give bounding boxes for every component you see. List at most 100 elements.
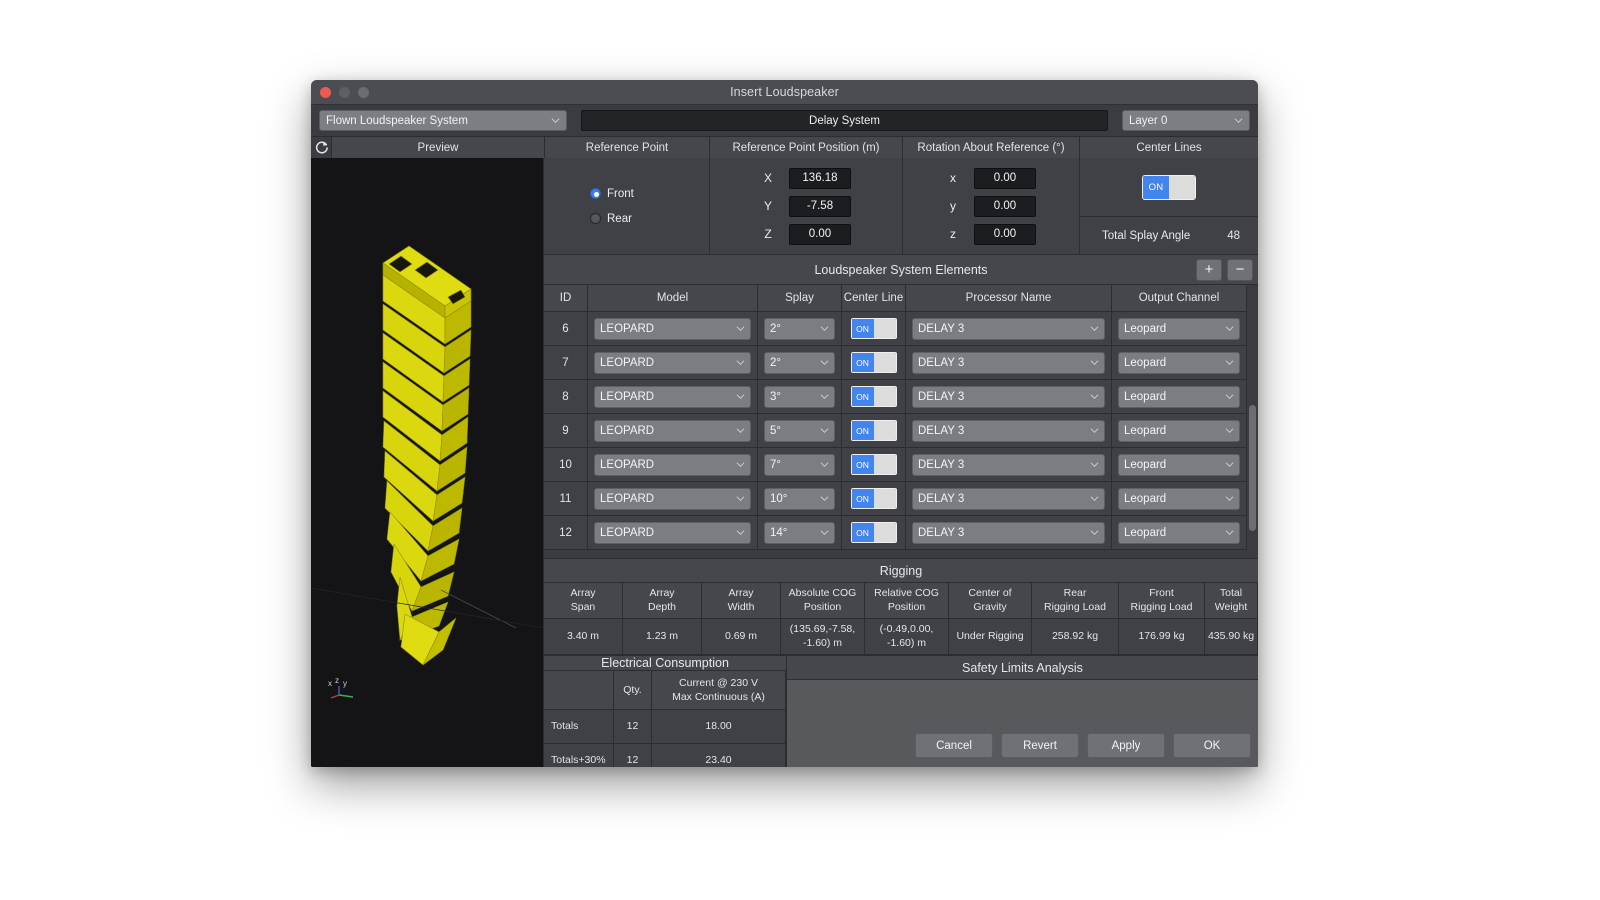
- system-name-input[interactable]: Delay System: [581, 110, 1108, 131]
- output-channel-dropdown[interactable]: Leopard: [1118, 522, 1240, 544]
- splay-dropdown[interactable]: 7°: [764, 454, 835, 476]
- splay-dropdown[interactable]: 14°: [764, 522, 835, 544]
- table-row[interactable]: 6LEOPARD2°ONDELAY 3Leopard: [544, 312, 1247, 346]
- ok-button[interactable]: OK: [1173, 733, 1251, 758]
- output-channel-dropdown[interactable]: Leopard: [1118, 454, 1240, 476]
- cell-splay: 2°: [758, 312, 842, 346]
- processor-dropdown[interactable]: DELAY 3: [912, 318, 1105, 340]
- radio-rear-label: Rear: [607, 213, 632, 225]
- electrical-col-blank: [544, 671, 614, 710]
- chevron-down-icon: [1225, 426, 1234, 435]
- table-row[interactable]: 8LEOPARD3°ONDELAY 3Leopard: [544, 380, 1247, 414]
- refresh-preview-button[interactable]: [311, 137, 331, 158]
- top-selector-bar: Flown Loudspeaker System Delay System La…: [311, 105, 1258, 136]
- close-button[interactable]: [320, 87, 331, 98]
- splay-dropdown[interactable]: 2°: [764, 318, 835, 340]
- processor-dropdown[interactable]: DELAY 3: [912, 386, 1105, 408]
- model-dropdown[interactable]: LEOPARD: [594, 522, 751, 544]
- table-row[interactable]: 10LEOPARD7°ONDELAY 3Leopard: [544, 448, 1247, 482]
- output-channel-value: Leopard: [1124, 425, 1225, 437]
- center-line-toggle[interactable]: ON: [851, 454, 897, 475]
- cell-splay: 3°: [758, 380, 842, 414]
- output-channel-value: Leopard: [1124, 391, 1225, 403]
- model-dropdown[interactable]: LEOPARD: [594, 318, 751, 340]
- column-header-output-channel: Output Channel: [1112, 285, 1247, 312]
- cell-splay: 14°: [758, 516, 842, 550]
- model-dropdown[interactable]: LEOPARD: [594, 454, 751, 476]
- preview-3d-viewport[interactable]: x z y: [311, 158, 544, 767]
- center-line-toggle-knob: [874, 353, 896, 372]
- center-line-toggle[interactable]: ON: [851, 522, 897, 543]
- radio-rear[interactable]: Rear: [590, 213, 709, 225]
- output-channel-dropdown[interactable]: Leopard: [1118, 386, 1240, 408]
- header-center-lines: Center Lines: [1079, 137, 1258, 158]
- output-channel-dropdown[interactable]: Leopard: [1118, 318, 1240, 340]
- header-reference-point-position: Reference Point Position (m): [709, 137, 902, 158]
- splay-dropdown[interactable]: 2°: [764, 352, 835, 374]
- table-row[interactable]: 12 LEOPARD 14° ON DELAY 3 Leopard: [544, 516, 1247, 550]
- rotation-row-x: x 0.00: [921, 168, 1061, 189]
- input-rotation-y[interactable]: 0.00: [974, 196, 1036, 217]
- model-dropdown[interactable]: LEOPARD: [594, 488, 751, 510]
- column-header-processor-name: Processor Name: [906, 285, 1112, 312]
- output-channel-dropdown[interactable]: Leopard: [1118, 352, 1240, 374]
- elements-scrollbar-thumb[interactable]: [1249, 405, 1256, 531]
- radio-front[interactable]: Front: [590, 188, 709, 200]
- cancel-button[interactable]: Cancel: [915, 733, 993, 758]
- cell-model: LEOPARD: [588, 516, 758, 550]
- chevron-down-icon: [736, 324, 745, 333]
- zoom-button[interactable]: [358, 87, 369, 98]
- input-position-x[interactable]: 136.18: [789, 168, 851, 189]
- output-channel-dropdown[interactable]: Leopard: [1118, 488, 1240, 510]
- input-position-y[interactable]: -7.58: [789, 196, 851, 217]
- chevron-down-icon: [1090, 528, 1099, 537]
- output-channel-dropdown[interactable]: Leopard: [1118, 420, 1240, 442]
- input-position-z[interactable]: 0.00: [789, 224, 851, 245]
- apply-button[interactable]: Apply: [1087, 733, 1165, 758]
- splay-dropdown[interactable]: 5°: [764, 420, 835, 442]
- add-element-button[interactable]: +: [1196, 259, 1222, 281]
- table-row[interactable]: 9LEOPARD5°ONDELAY 3Leopard: [544, 414, 1247, 448]
- center-line-toggle[interactable]: ON: [851, 420, 897, 441]
- input-rotation-z[interactable]: 0.00: [974, 224, 1036, 245]
- label-rot-y: y: [946, 199, 960, 213]
- model-dropdown[interactable]: LEOPARD: [594, 386, 751, 408]
- center-line-toggle-knob: [874, 319, 896, 338]
- remove-element-button[interactable]: −: [1227, 259, 1253, 281]
- model-value: LEOPARD: [600, 357, 736, 369]
- table-row[interactable]: 11LEOPARD10°ONDELAY 3Leopard: [544, 482, 1247, 516]
- layer-dropdown[interactable]: Layer 0: [1122, 110, 1250, 131]
- center-line-toggle[interactable]: ON: [851, 318, 897, 339]
- splay-value: 5°: [770, 425, 820, 437]
- center-lines-toggle[interactable]: ON: [1142, 175, 1196, 200]
- cell-center-line: ON: [842, 482, 906, 516]
- center-line-toggle[interactable]: ON: [851, 352, 897, 373]
- chevron-down-icon: [736, 392, 745, 401]
- table-row[interactable]: 7LEOPARD2°ONDELAY 3Leopard: [544, 346, 1247, 380]
- chevron-down-icon: [1225, 324, 1234, 333]
- splay-dropdown[interactable]: 10°: [764, 488, 835, 510]
- elements-scrollbar[interactable]: [1247, 285, 1258, 558]
- rigging-column-header-1: ArrayDepth: [623, 583, 702, 619]
- cell-id: 12: [544, 516, 588, 550]
- center-line-toggle[interactable]: ON: [851, 488, 897, 509]
- rigging-values-row: 3.40 m1.23 m0.69 m(135.69,-7.58,-1.60) m…: [544, 619, 1258, 655]
- model-dropdown[interactable]: LEOPARD: [594, 420, 751, 442]
- chevron-down-icon: [1090, 426, 1099, 435]
- input-rotation-x[interactable]: 0.00: [974, 168, 1036, 189]
- splay-dropdown[interactable]: 3°: [764, 386, 835, 408]
- rigging-column-header-8: TotalWeight: [1205, 583, 1258, 619]
- model-dropdown[interactable]: LEOPARD: [594, 352, 751, 374]
- system-type-dropdown[interactable]: Flown Loudspeaker System: [319, 110, 567, 131]
- refresh-icon: [314, 140, 329, 155]
- processor-dropdown[interactable]: DELAY 3: [912, 488, 1105, 510]
- minimize-button[interactable]: [339, 87, 350, 98]
- chevron-down-icon: [820, 324, 829, 333]
- revert-button[interactable]: Revert: [1001, 733, 1079, 758]
- processor-dropdown[interactable]: DELAY 3: [912, 454, 1105, 476]
- center-line-toggle[interactable]: ON: [851, 386, 897, 407]
- processor-dropdown[interactable]: DELAY 3: [912, 352, 1105, 374]
- processor-dropdown[interactable]: DELAY 3: [912, 420, 1105, 442]
- column-header-id: ID: [544, 285, 588, 312]
- processor-dropdown[interactable]: DELAY 3: [912, 522, 1105, 544]
